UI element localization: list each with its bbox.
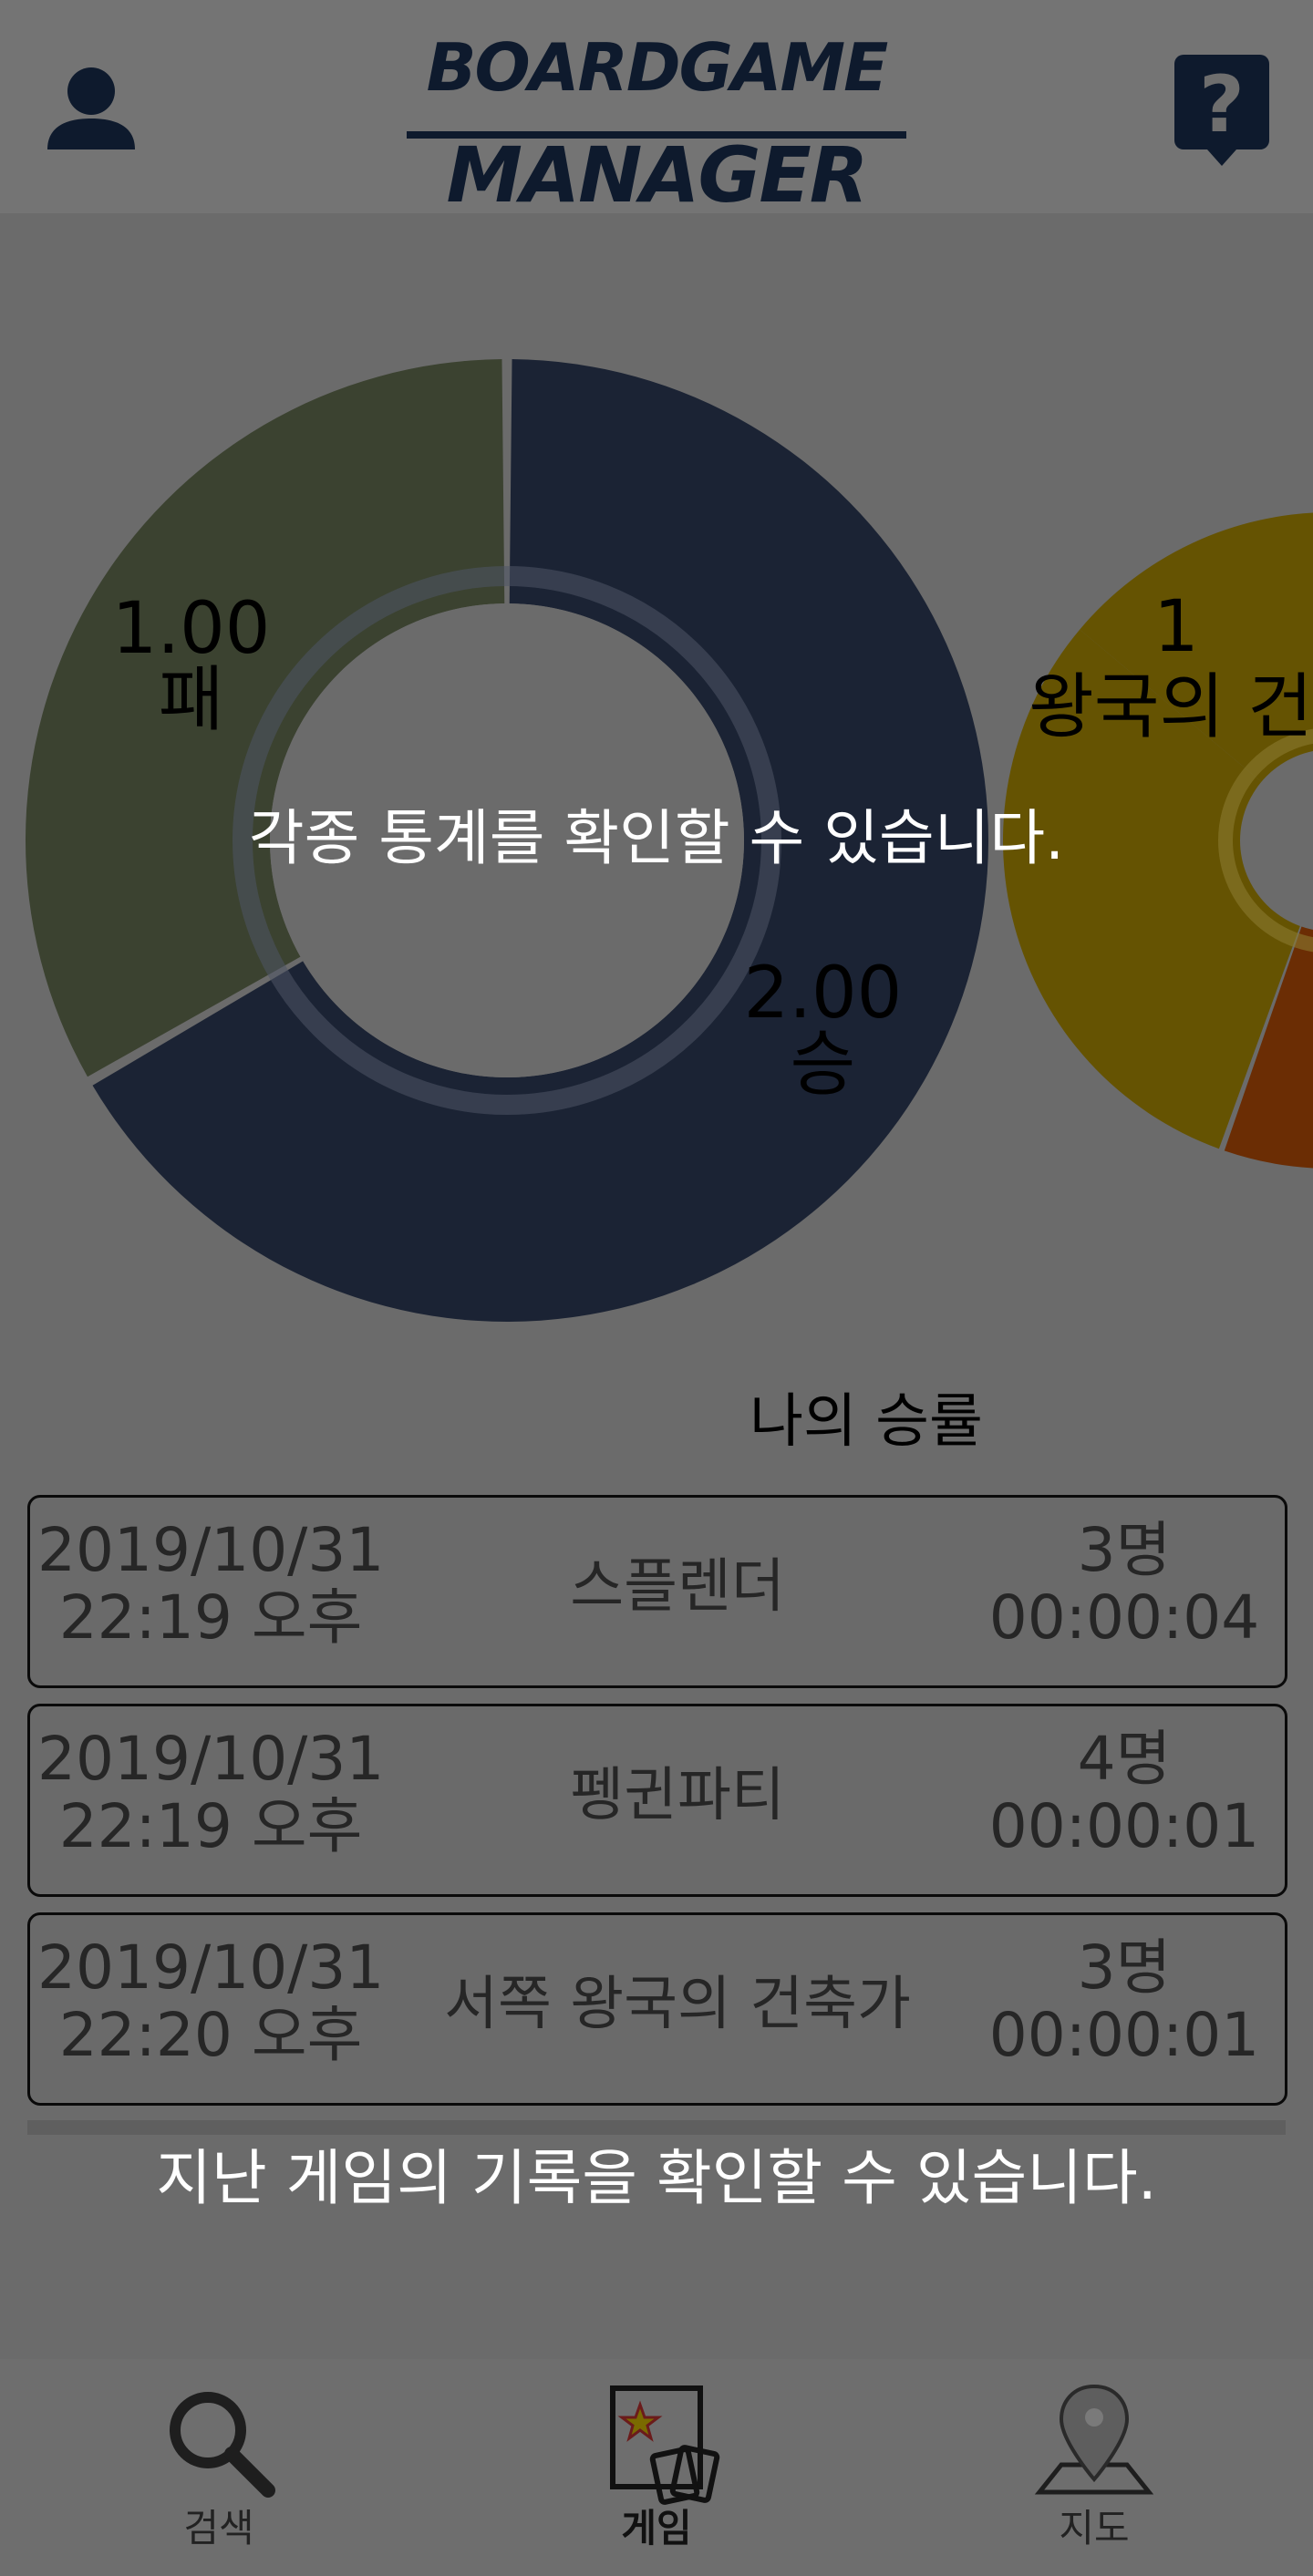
record-game-title: 스플렌더: [570, 1553, 785, 1621]
record-date: 2019/10/31: [37, 1932, 385, 2003]
nav-label-map: 지도: [1059, 2506, 1130, 2550]
record-time: 22:19 오후: [58, 1582, 363, 1653]
record-duration: 00:00:01: [988, 2000, 1260, 2070]
slice-category-label: 왕국의 건: [1029, 666, 1313, 748]
nav-label-game: 게임: [621, 2506, 692, 2550]
chart-caption: 나의 승률: [750, 1388, 983, 1456]
bottom-navigation: 검색 게임 지도: [0, 2359, 1313, 2576]
history-hint: 지난 게임의 기록을 확인할 수 있습니다.: [156, 2143, 1157, 2213]
list-divider: [27, 2120, 1286, 2135]
record-player-count: 3명: [1077, 1932, 1172, 2003]
stats-charts[interactable]: 2.00 승 1.00 패 1 왕국의 건: [0, 213, 1313, 1380]
record-player-count: 4명: [1077, 1724, 1172, 1794]
history-record[interactable]: 2019/10/31 22:19 오후 스플렌더 3명 00:00:04: [27, 1495, 1287, 1688]
slice-value-label: 2.00: [744, 953, 903, 1035]
logo-line-1: BOARDGAME: [426, 29, 889, 106]
nav-item-game[interactable]: 게임: [438, 2359, 875, 2576]
top-app-bar: BOARDGAME MANAGER ?: [0, 0, 1313, 213]
history-record[interactable]: 2019/10/31 22:20 오후 서쪽 왕국의 건축가 3명 00:00:…: [27, 1912, 1287, 2106]
svg-text:?: ?: [1199, 59, 1245, 150]
nav-item-search[interactable]: 검색: [0, 2359, 438, 2576]
question-bubble-icon: ?: [1174, 55, 1269, 166]
record-date: 2019/10/31: [37, 1515, 385, 1585]
record-duration: 00:00:04: [988, 1582, 1260, 1653]
game-cards-icon: [610, 2385, 720, 2505]
record-duration: 00:00:01: [988, 1791, 1260, 1861]
record-date: 2019/10/31: [37, 1724, 385, 1794]
nav-item-map[interactable]: 지도: [875, 2359, 1313, 2576]
logo-line-2: MANAGER: [446, 130, 869, 220]
slice-value-label: 1: [1153, 586, 1199, 668]
slice-category-label: 패: [159, 659, 224, 741]
slice-category-label: 승: [791, 1024, 856, 1106]
stats-hint: 각종 통계를 확인할 수 있습니다.: [248, 803, 1065, 873]
record-time: 22:20 오후: [58, 2000, 363, 2070]
profile-button[interactable]: [36, 55, 146, 164]
slice-value-label: 1.00: [112, 588, 271, 670]
help-button[interactable]: ?: [1167, 47, 1277, 175]
record-game-title: 서쪽 왕국의 건축가: [444, 1971, 911, 2038]
record-player-count: 3명: [1077, 1515, 1172, 1585]
nav-label-search: 검색: [183, 2506, 254, 2550]
record-time: 22:19 오후: [58, 1791, 363, 1861]
stats-chart-svg: 2.00승 1.00패 1왕국의 건: [25, 359, 1313, 1322]
user-icon: [47, 67, 135, 149]
app-logo: BOARDGAME MANAGER: [401, 26, 912, 213]
record-game-title: 펭귄파티: [570, 1762, 785, 1829]
search-icon: [170, 2392, 275, 2498]
map-pin-icon: [1034, 2384, 1154, 2495]
history-record[interactable]: 2019/10/31 22:19 오후 펭귄파티 4명 00:00:01: [27, 1704, 1287, 1897]
